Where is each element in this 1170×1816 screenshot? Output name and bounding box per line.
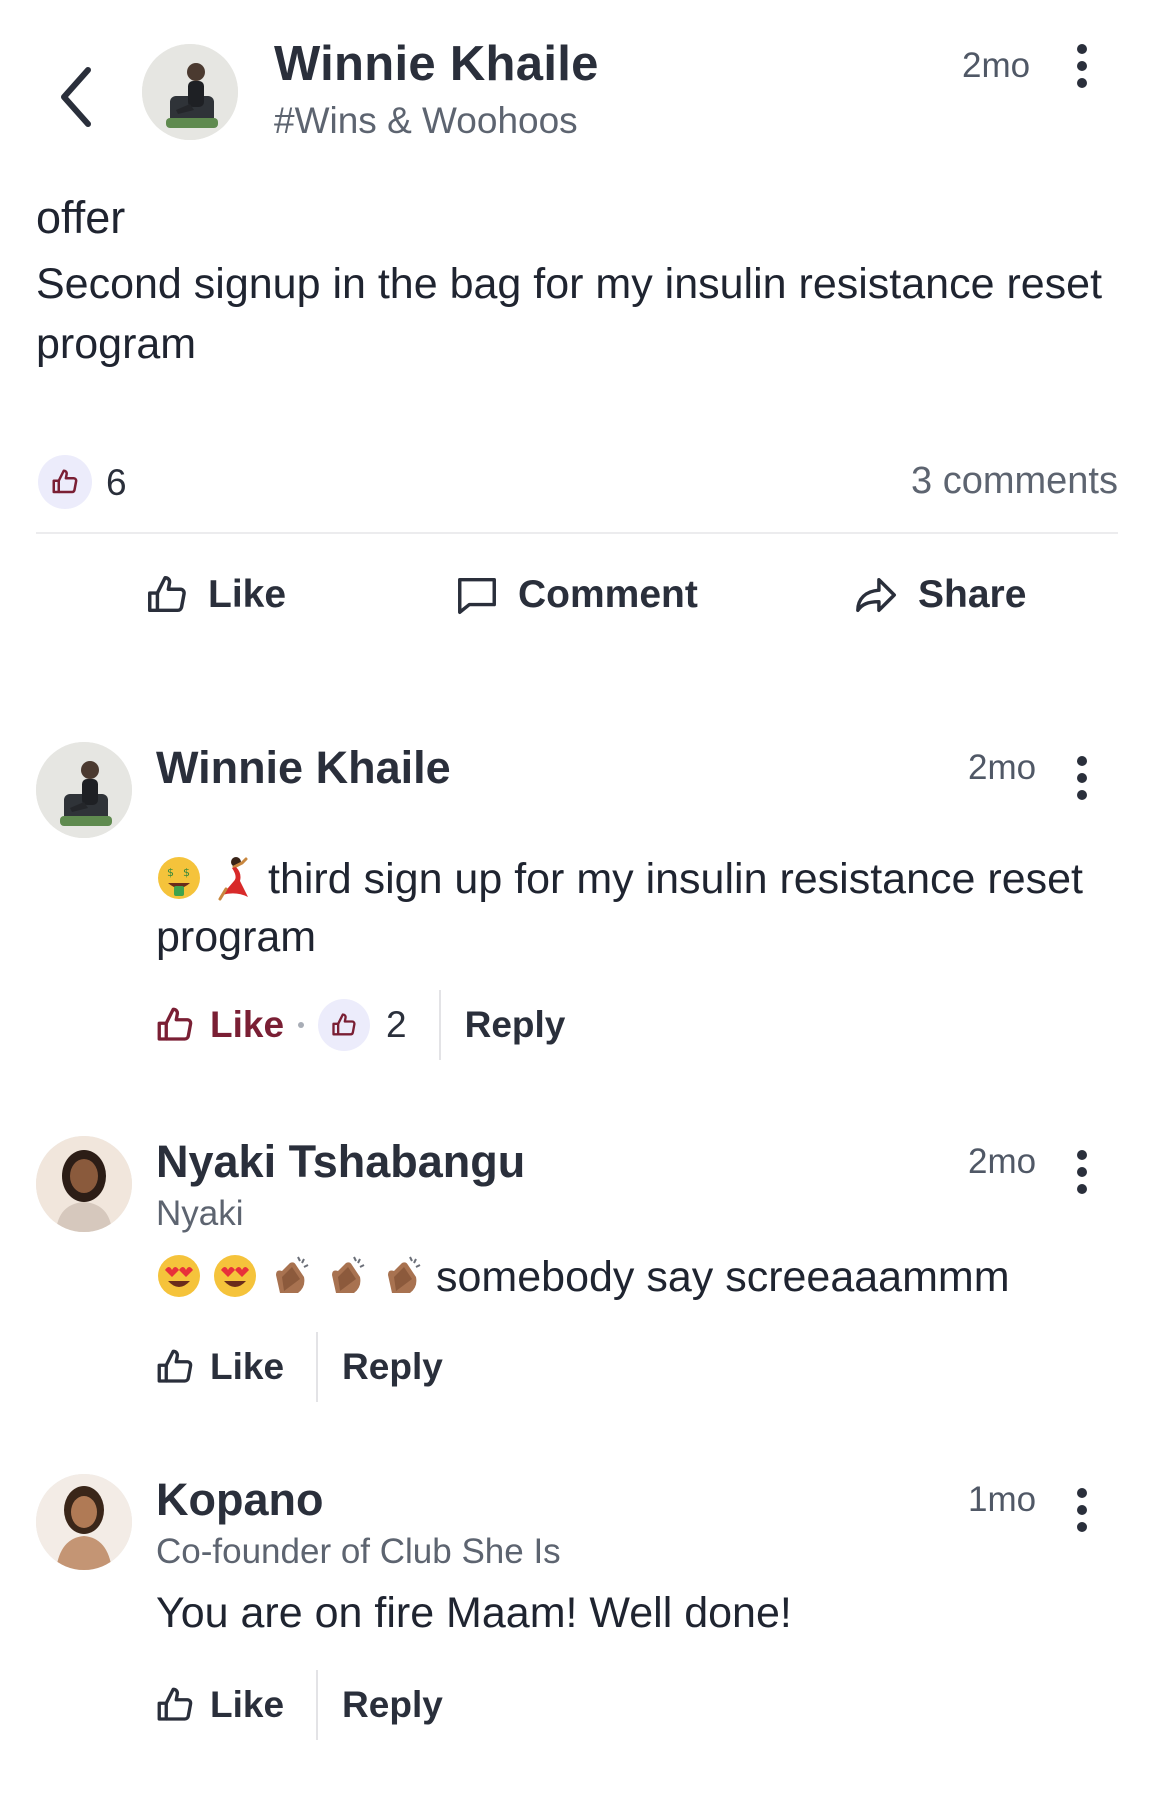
comment-label: Comment (518, 573, 698, 616)
clapping-hands-icon (332, 1256, 365, 1293)
post-channel[interactable]: #Wins & Woohoos (274, 100, 578, 142)
comment-text: somebody say screeaaammm (156, 1248, 1116, 1306)
share-label: Share (918, 573, 1027, 616)
comment-actions: Like Reply (154, 1332, 443, 1402)
clapping-hands-icon (388, 1256, 421, 1293)
comment-author-subtitle: Co-founder of Club She Is (156, 1532, 561, 1571)
dancer-icon (218, 857, 248, 901)
svg-text:$: $ (183, 866, 190, 879)
comment-like-label: Like (210, 1346, 285, 1387)
comment-button[interactable]: Comment (454, 572, 698, 618)
comment-author-name[interactable]: Nyaki Tshabangu (156, 1136, 525, 1188)
thumbs-up-icon (157, 1687, 193, 1721)
comment-author-name[interactable]: Kopano (156, 1474, 323, 1526)
comment-actions: Like 2 Reply (154, 990, 565, 1060)
comment-timestamp: 1mo (968, 1480, 1037, 1519)
like-count-badge-icon[interactable] (38, 455, 92, 509)
post-timestamp: 2mo (962, 46, 1031, 85)
post-body: Second signup in the bag for my insulin … (36, 260, 1103, 368)
comment-actions: Like Reply (154, 1670, 443, 1740)
clapping-hands-icon (276, 1256, 309, 1293)
post-comments-count[interactable]: 3 comments (911, 460, 1118, 503)
divider (438, 990, 441, 1060)
svg-text:$: $ (167, 866, 174, 879)
comment-author-subtitle: Nyaki (156, 1194, 244, 1233)
comment-like-button[interactable]: Like (154, 1004, 284, 1046)
separator-dot (298, 1022, 305, 1028)
post-like-count: 6 (106, 462, 127, 503)
thumbs-up-icon (148, 576, 186, 613)
share-button[interactable]: Share (854, 572, 1026, 618)
commenter-avatar[interactable] (36, 1474, 132, 1570)
thumbs-up-icon (157, 1007, 193, 1041)
comment-bubble-icon (458, 577, 496, 614)
divider (316, 1670, 319, 1740)
commenter-avatar[interactable] (36, 742, 132, 838)
comment-text: You are on fire Maam! Well done! (156, 1589, 792, 1637)
comment-timestamp: 2mo (968, 1142, 1037, 1181)
post-author-name[interactable]: Winnie Khaile (274, 36, 599, 92)
heart-eyes-icon (214, 1255, 256, 1297)
divider (316, 1332, 319, 1402)
comment-text-body: third sign up for my insulin resistance … (156, 855, 1083, 961)
post-more-options-icon[interactable] (1074, 44, 1090, 92)
comment-like-button[interactable]: Like (154, 1346, 284, 1388)
comment-reply-button[interactable]: Reply (342, 1346, 443, 1388)
thumbs-up-icon (157, 1349, 193, 1383)
like-button[interactable]: Like (144, 572, 286, 618)
divider (36, 532, 1118, 534)
heart-eyes-icon (158, 1255, 200, 1297)
comment-like-label: Like (210, 1004, 285, 1045)
share-arrow-icon (856, 577, 896, 613)
comment-timestamp: 2mo (968, 748, 1037, 787)
comment-more-options-icon[interactable] (1074, 756, 1090, 804)
comment-like-label: Like (210, 1684, 285, 1725)
like-label: Like (208, 573, 287, 616)
author-avatar[interactable] (142, 44, 238, 140)
comment-more-options-icon[interactable] (1074, 1150, 1090, 1198)
commenter-avatar[interactable] (36, 1136, 132, 1232)
comment-like-badge-icon[interactable] (318, 999, 371, 1051)
comment-author-name[interactable]: Winnie Khaile (156, 742, 451, 794)
comment-reply-button[interactable]: Reply (342, 1684, 443, 1726)
comment-like-count: 2 (386, 1004, 407, 1045)
money-mouth-face-icon: $ $ (158, 857, 200, 899)
comment-like-button[interactable]: Like (154, 1684, 284, 1726)
comment-more-options-icon[interactable] (1074, 1488, 1090, 1536)
comment-text-body: somebody say screeaaammm (436, 1253, 1010, 1301)
post-title: offer (36, 192, 126, 243)
comment-reply-button[interactable]: Reply (465, 1004, 566, 1046)
back-chevron-icon[interactable] (58, 62, 98, 132)
comment-text: $ $ third sign up for my insulin resista… (156, 850, 1116, 966)
